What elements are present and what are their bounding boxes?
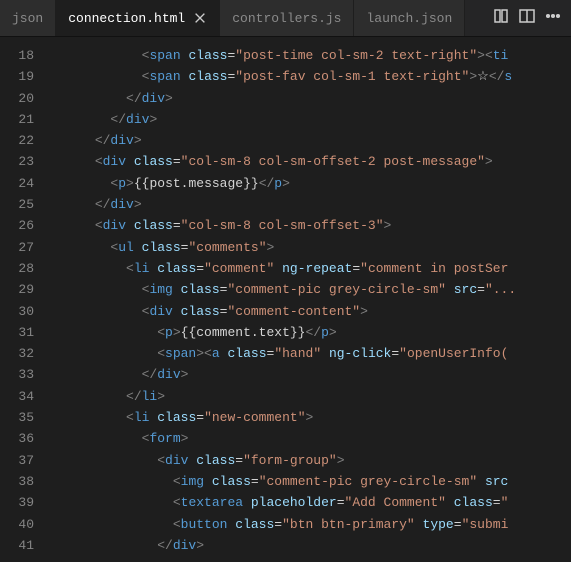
- tab-json[interactable]: json: [0, 0, 56, 36]
- tab-label: connection.html: [68, 11, 185, 26]
- line-number: 20: [0, 88, 48, 109]
- tab-spacer: [465, 0, 483, 36]
- code-line: <img class="comment-pic grey-circle-sm" …: [48, 471, 571, 492]
- diff-icon[interactable]: [493, 8, 509, 28]
- code-line: <li class="new-comment">: [48, 407, 571, 428]
- line-number: 38: [0, 471, 48, 492]
- code-line: </li>: [48, 386, 571, 407]
- line-number: 21: [0, 109, 48, 130]
- line-number: 19: [0, 66, 48, 87]
- code-line: </div>: [48, 130, 571, 151]
- code-line: <textarea placeholder="Add Comment" clas…: [48, 492, 571, 513]
- code-line: <div class="col-sm-8 col-sm-offset-3">: [48, 215, 571, 236]
- tab-label: launch.json: [366, 11, 452, 26]
- code-line: <img class="comment-pic grey-circle-sm" …: [48, 279, 571, 300]
- split-editor-icon[interactable]: [519, 8, 535, 28]
- code-line: </div>: [48, 109, 571, 130]
- code-line: <ul class="comments">: [48, 237, 571, 258]
- code-line: <li class="comment" ng-repeat="comment i…: [48, 258, 571, 279]
- line-number: 28: [0, 258, 48, 279]
- line-number: 35: [0, 407, 48, 428]
- code-area[interactable]: <span class="post-time col-sm-2 text-rig…: [48, 37, 571, 562]
- line-number: 41: [0, 535, 48, 556]
- line-number: 30: [0, 301, 48, 322]
- line-number: 39: [0, 492, 48, 513]
- editor: 1819202122232425262728293031323334353637…: [0, 37, 571, 562]
- line-number: 36: [0, 428, 48, 449]
- line-number-gutter: 1819202122232425262728293031323334353637…: [0, 37, 48, 562]
- line-number: 23: [0, 151, 48, 172]
- code-line: <p>{{post.message}}</p>: [48, 173, 571, 194]
- code-line: </div>: [48, 535, 571, 556]
- code-line: <p>{{comment.text}}</p>: [48, 322, 571, 343]
- code-line: </div>: [48, 364, 571, 385]
- code-line: </div>: [48, 194, 571, 215]
- tab-connection-html[interactable]: connection.html: [56, 0, 220, 36]
- tab-controllers-js[interactable]: controllers.js: [220, 0, 354, 36]
- line-number: 24: [0, 173, 48, 194]
- code-line: <button class="btn btn-primary" type="su…: [48, 514, 571, 535]
- tab-launch-json[interactable]: launch.json: [354, 0, 465, 36]
- line-number: 29: [0, 279, 48, 300]
- line-number: 26: [0, 215, 48, 236]
- line-number: 32: [0, 343, 48, 364]
- tab-label: controllers.js: [232, 11, 341, 26]
- tab-label: json: [12, 11, 43, 26]
- code-line: <span class="post-time col-sm-2 text-rig…: [48, 45, 571, 66]
- editor-actions: [483, 0, 571, 36]
- line-number: 40: [0, 514, 48, 535]
- line-number: 25: [0, 194, 48, 215]
- line-number: 34: [0, 386, 48, 407]
- code-line: <div class="col-sm-8 col-sm-offset-2 pos…: [48, 151, 571, 172]
- code-line: </div>: [48, 88, 571, 109]
- line-number: 33: [0, 364, 48, 385]
- line-number: 22: [0, 130, 48, 151]
- line-number: 27: [0, 237, 48, 258]
- line-number: 37: [0, 450, 48, 471]
- code-line: <div class="form-group">: [48, 450, 571, 471]
- line-number: 31: [0, 322, 48, 343]
- code-line: <span><a class="hand" ng-click="openUser…: [48, 343, 571, 364]
- code-line: <div class="comment-content">: [48, 301, 571, 322]
- close-icon[interactable]: [193, 11, 207, 25]
- code-line: <span class="post-fav col-sm-1 text-righ…: [48, 66, 571, 87]
- tab-bar: json connection.html controllers.js laun…: [0, 0, 571, 37]
- code-line: <form>: [48, 428, 571, 449]
- line-number: 18: [0, 45, 48, 66]
- more-icon[interactable]: [545, 8, 561, 28]
